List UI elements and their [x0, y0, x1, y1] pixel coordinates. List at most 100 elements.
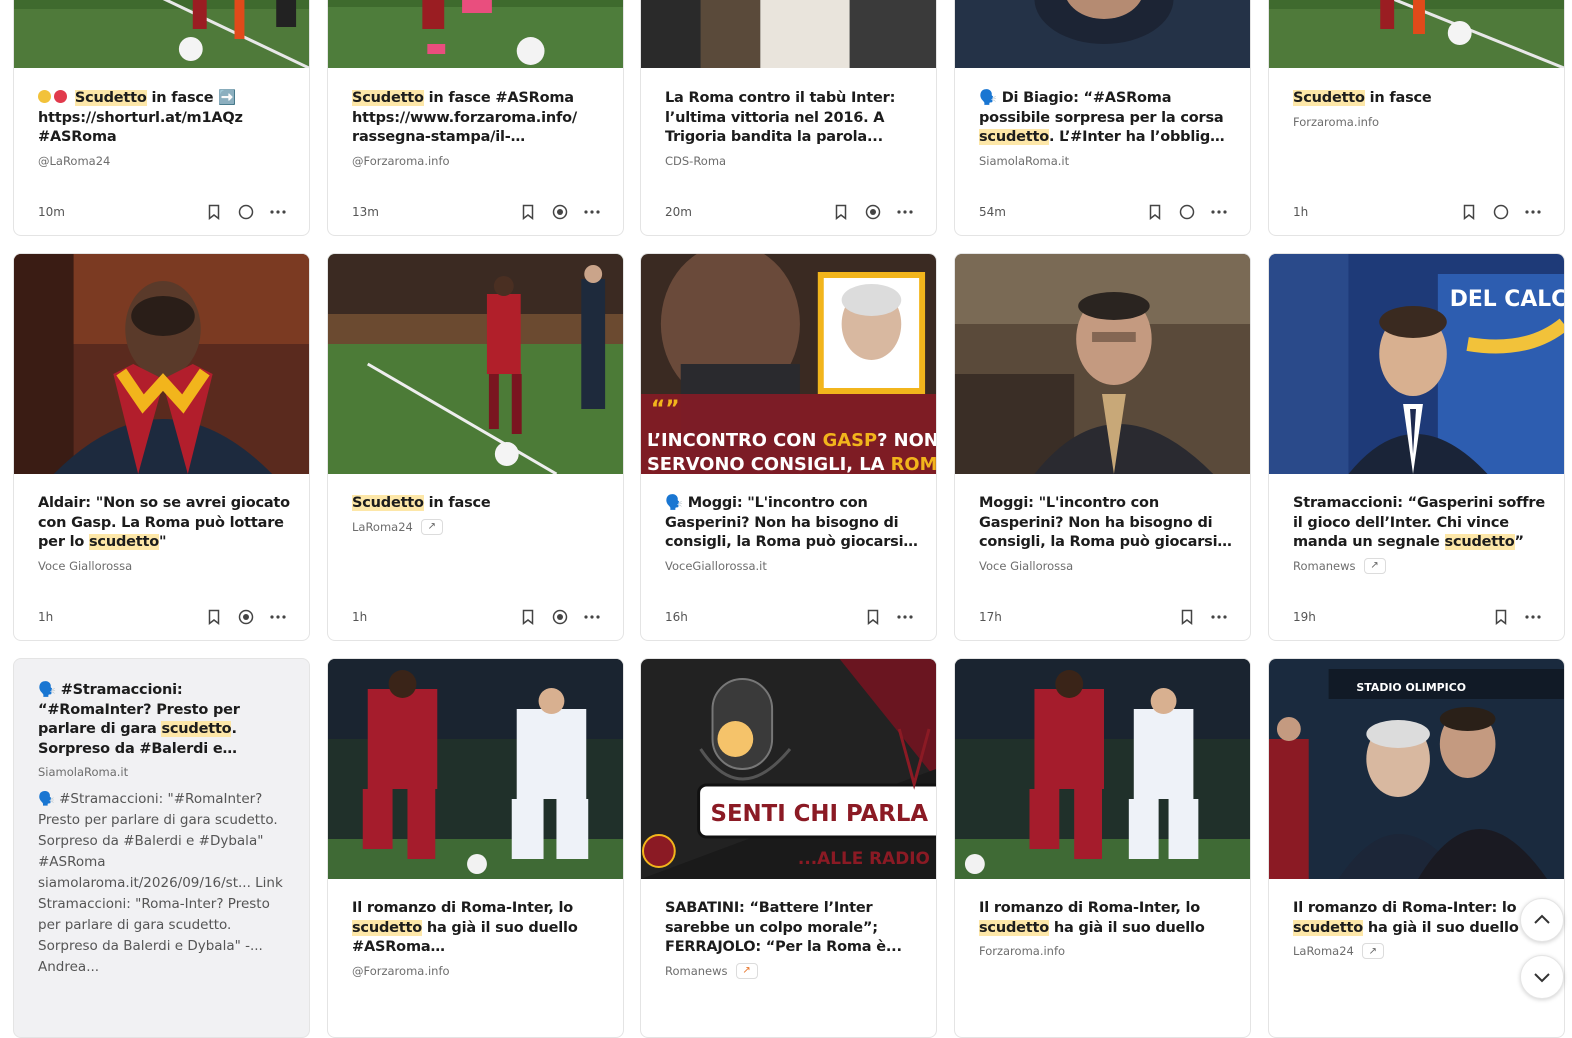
card-time: 54m: [979, 205, 1006, 219]
card-time: 1h: [1293, 205, 1309, 219]
news-card[interactable]: 🗣️ Di Biagio: “#ASRoma possibile sorpres…: [954, 0, 1251, 236]
svg-text:SENTI CHI PARLA: SENTI CHI PARLA: [711, 801, 929, 827]
read-status-icon[interactable]: [237, 203, 255, 221]
bookmark-icon[interactable]: [519, 203, 537, 221]
card-source[interactable]: Voce Giallorossa: [38, 557, 291, 575]
more-options-icon[interactable]: [896, 203, 914, 221]
card-time: 19h: [1293, 610, 1316, 624]
news-card[interactable]: Scudetto in fasce Forzaroma.info 1h: [1268, 0, 1565, 236]
card-source[interactable]: @Forzaroma.info: [352, 962, 605, 980]
card-time: 16h: [665, 610, 688, 624]
card-title[interactable]: Il romanzo di Roma-Inter, lo scudetto ha…: [352, 899, 605, 958]
bookmark-icon[interactable]: [205, 203, 223, 221]
card-title[interactable]: Scudetto in fasce: [352, 494, 605, 514]
svg-text:DEL CALCIO: DEL CALCIO: [1450, 287, 1564, 312]
news-card[interactable]: Il romanzo di Roma-Inter, lo scudetto ha…: [954, 658, 1251, 1038]
bookmark-icon[interactable]: [1146, 203, 1164, 221]
svg-text:STADIO OLIMPICO: STADIO OLIMPICO: [1356, 681, 1466, 694]
read-status-icon[interactable]: [1178, 203, 1196, 221]
card-source[interactable]: Voce Giallorossa: [979, 557, 1232, 575]
card-source[interactable]: CDS-Roma: [665, 152, 918, 170]
card-source[interactable]: LaRoma24 ↗: [352, 518, 605, 536]
bookmark-icon[interactable]: [864, 608, 882, 626]
card-thumbnail: SENTI CHI PARLA ...ALLE RADIO: [641, 659, 936, 879]
card-source[interactable]: SiamolaRoma.it: [979, 152, 1232, 170]
card-source[interactable]: Romanews ↗: [1293, 557, 1546, 575]
card-source[interactable]: SiamolaRoma.it: [38, 763, 291, 781]
card-time: 1h: [38, 610, 54, 624]
news-card[interactable]: Moggi: "L'incontro con Gasperini? Non ha…: [954, 253, 1251, 641]
news-card[interactable]: SENTI CHI PARLA ...ALLE RADIO SABATINI: …: [640, 658, 937, 1038]
card-title[interactable]: Stramaccioni: “Gasperini soffre il gioco…: [1293, 494, 1546, 553]
news-card[interactable]: La Roma contro il tabù Inter: l’ultima v…: [640, 0, 937, 236]
bookmark-icon[interactable]: [1460, 203, 1478, 221]
trending-hot-icon: ↗: [735, 962, 758, 979]
card-time: 20m: [665, 205, 692, 219]
chevron-down-icon: [1534, 973, 1550, 983]
card-thumbnail: [955, 659, 1250, 879]
card-title[interactable]: 🗣️ #Stramaccioni: “#RomaInter? Presto pe…: [38, 681, 291, 759]
more-options-icon[interactable]: [269, 203, 287, 221]
card-source[interactable]: VoceGiallorossa.it: [665, 557, 918, 575]
card-title[interactable]: Scudetto in fasce #ASRoma https://www.fo…: [352, 89, 605, 148]
more-options-icon[interactable]: [1210, 203, 1228, 221]
scroll-up-button[interactable]: [1520, 898, 1564, 942]
news-grid: Scudetto in fasce ➡️ https://shorturl.at…: [0, 0, 1572, 1038]
card-time: 10m: [38, 205, 65, 219]
svg-text:L’INCONTRO CON GASP? NON GLI: L’INCONTRO CON GASP? NON GLI: [647, 430, 936, 451]
more-options-icon[interactable]: [896, 608, 914, 626]
news-card[interactable]: “” L’INCONTRO CON GASP? NON GLI SERVONO …: [640, 253, 937, 641]
more-options-icon[interactable]: [1524, 203, 1542, 221]
bookmark-icon[interactable]: [1492, 608, 1510, 626]
news-card[interactable]: Aldair: "Non so se avrei giocato con Gas…: [13, 253, 310, 641]
card-title[interactable]: Aldair: "Non so se avrei giocato con Gas…: [38, 494, 291, 553]
card-thumbnail: [641, 0, 936, 68]
red-circle-icon: [54, 90, 67, 103]
more-options-icon[interactable]: [1210, 608, 1228, 626]
card-thumbnail: [328, 0, 623, 68]
card-source[interactable]: Romanews ↗: [665, 962, 918, 980]
more-options-icon[interactable]: [583, 608, 601, 626]
radio-status-icon[interactable]: [237, 608, 255, 626]
card-title[interactable]: Il romanzo di Roma-Inter: lo scudetto ha…: [1293, 899, 1546, 938]
bookmark-icon[interactable]: [519, 608, 537, 626]
card-title[interactable]: Il romanzo di Roma-Inter, lo scudetto ha…: [979, 899, 1232, 938]
radio-status-icon[interactable]: [551, 608, 569, 626]
card-time: 17h: [979, 610, 1002, 624]
news-card[interactable]: Il romanzo di Roma-Inter, lo scudetto ha…: [327, 658, 624, 1038]
card-source[interactable]: @LaRoma24: [38, 152, 291, 170]
card-thumbnail: [1269, 0, 1564, 68]
news-card[interactable]: DEL CALCIO Stramaccioni: “Gasperini soff…: [1268, 253, 1565, 641]
news-card[interactable]: 🗣️ #Stramaccioni: “#RomaInter? Presto pe…: [13, 658, 310, 1038]
card-thumbnail: STADIO OLIMPICO: [1269, 659, 1564, 879]
bookmark-icon[interactable]: [205, 608, 223, 626]
bookmark-icon[interactable]: [1178, 608, 1196, 626]
card-title[interactable]: Scudetto in fasce ➡️ https://shorturl.at…: [38, 89, 291, 148]
bookmark-icon[interactable]: [832, 203, 850, 221]
card-title[interactable]: Scudetto in fasce: [1293, 89, 1546, 109]
card-title[interactable]: Moggi: "L'incontro con Gasperini? Non ha…: [979, 494, 1232, 553]
quote-mark: “”: [651, 397, 680, 422]
more-options-icon[interactable]: [269, 608, 287, 626]
news-card[interactable]: Scudetto in fasce ➡️ https://shorturl.at…: [13, 0, 310, 236]
news-card[interactable]: Scudetto in fasce #ASRoma https://www.fo…: [327, 0, 624, 236]
card-title[interactable]: SABATINI: “Battere l’Inter sarebbe un co…: [665, 899, 918, 958]
scroll-down-button[interactable]: [1520, 955, 1564, 999]
card-title[interactable]: La Roma contro il tabù Inter: l’ultima v…: [665, 89, 918, 148]
card-title[interactable]: 🗣️ Moggi: "L'incontro con Gasperini? Non…: [665, 494, 918, 553]
card-source[interactable]: Forzaroma.info: [979, 942, 1232, 960]
read-status-icon[interactable]: [1492, 203, 1510, 221]
trending-icon: ↗: [420, 518, 443, 535]
news-card[interactable]: Scudetto in fasce LaRoma24 ↗ 1h: [327, 253, 624, 641]
card-thumbnail: DEL CALCIO: [1269, 254, 1564, 474]
card-title[interactable]: 🗣️ Di Biagio: “#ASRoma possibile sorpres…: [979, 89, 1232, 148]
card-source[interactable]: @Forzaroma.info: [352, 152, 605, 170]
card-source[interactable]: Forzaroma.info: [1293, 113, 1546, 131]
card-thumbnail: [14, 254, 309, 474]
more-options-icon[interactable]: [1524, 608, 1542, 626]
yellow-circle-icon: [38, 90, 51, 103]
card-source[interactable]: LaRoma24 ↗: [1293, 942, 1546, 960]
radio-status-icon[interactable]: [864, 203, 882, 221]
more-options-icon[interactable]: [583, 203, 601, 221]
radio-status-icon[interactable]: [551, 203, 569, 221]
